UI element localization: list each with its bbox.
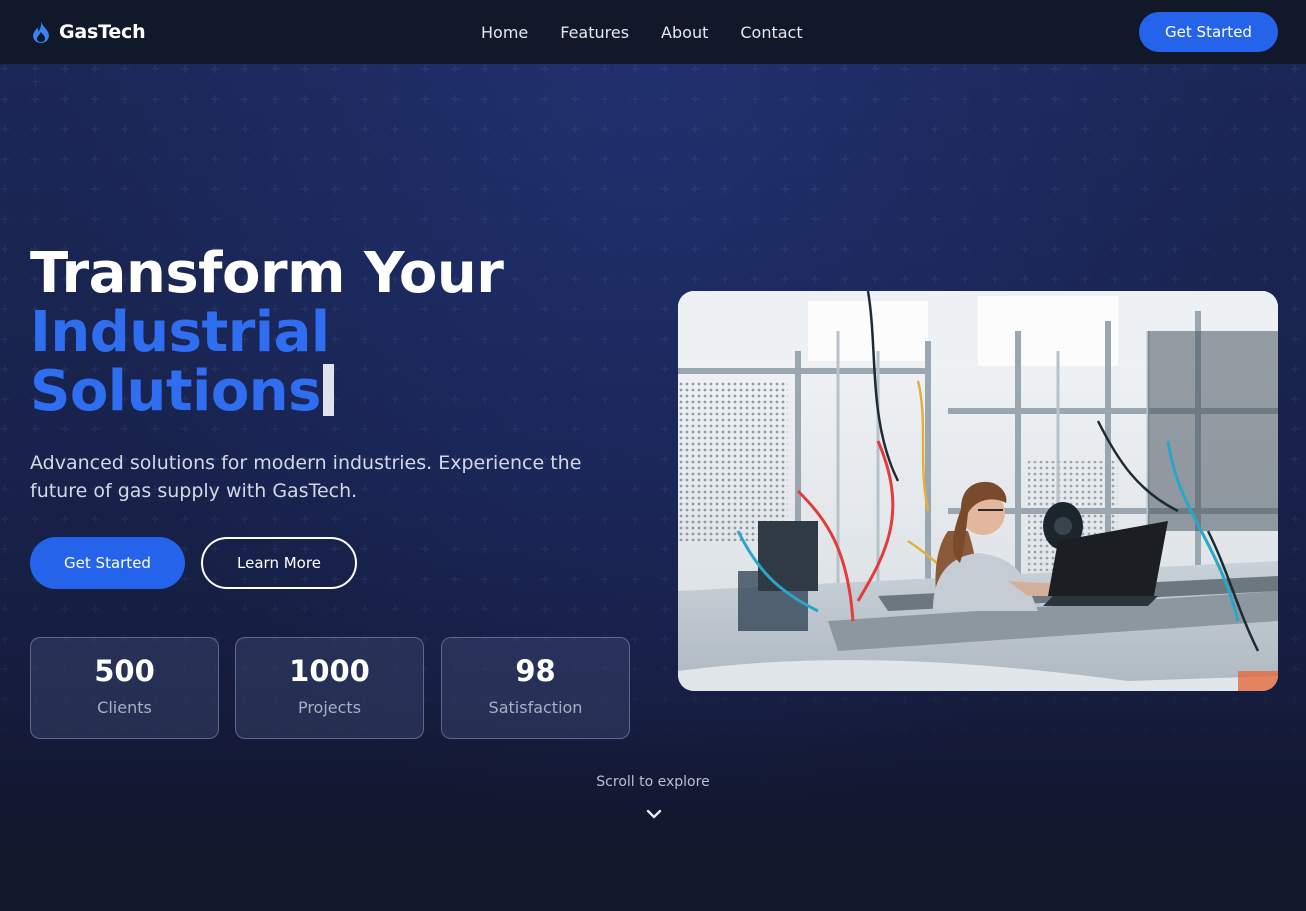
hero-section: Transform Your Industrial Solutions Adva… xyxy=(0,64,1306,911)
scroll-hint: Scroll to explore xyxy=(596,774,710,790)
brand-logo[interactable]: GasTech xyxy=(30,20,146,44)
navbar: GasTech Home Features About Contact Get … xyxy=(0,0,1306,64)
nav-links: Home Features About Contact xyxy=(481,0,803,64)
get-started-button[interactable]: Get Started xyxy=(30,537,185,589)
learn-more-button[interactable]: Learn More xyxy=(201,537,357,589)
nav-link-home[interactable]: Home xyxy=(481,23,528,42)
stat-label: Clients xyxy=(97,698,152,717)
stat-card-clients: 500 Clients xyxy=(30,637,219,739)
hero-title-line-2: Industrial xyxy=(30,300,330,365)
nav-link-features[interactable]: Features xyxy=(560,23,629,42)
hero-title-line-3-wrap: Solutions xyxy=(30,362,503,421)
hero-title-line-1: Transform Your xyxy=(30,241,504,306)
hero-image-engineer-at-laptop xyxy=(678,291,1278,691)
nav-link-about[interactable]: About xyxy=(661,23,708,42)
hero-title: Transform Your Industrial Solutions xyxy=(30,241,504,421)
hero-subtitle: Advanced solutions for modern industries… xyxy=(30,452,582,502)
stat-value: 1000 xyxy=(289,654,370,688)
stat-label: Satisfaction xyxy=(488,698,583,717)
stat-label: Projects xyxy=(297,698,362,717)
nav-get-started-button[interactable]: Get Started xyxy=(1139,12,1278,52)
typing-cursor xyxy=(323,364,335,416)
chevron-down-icon[interactable] xyxy=(644,804,664,824)
flame-icon xyxy=(33,21,49,43)
stat-card-projects: 1000 Projects xyxy=(235,637,424,739)
nav-link-contact[interactable]: Contact xyxy=(740,23,802,42)
stat-card-satisfaction: 98 Satisfaction xyxy=(441,637,630,739)
stat-value: 500 xyxy=(94,654,155,688)
hero-title-line-3: Solutions xyxy=(30,359,322,424)
lab-photo-illustration xyxy=(678,291,1278,691)
stat-value: 98 xyxy=(515,654,556,688)
brand-name: GasTech xyxy=(59,21,146,43)
